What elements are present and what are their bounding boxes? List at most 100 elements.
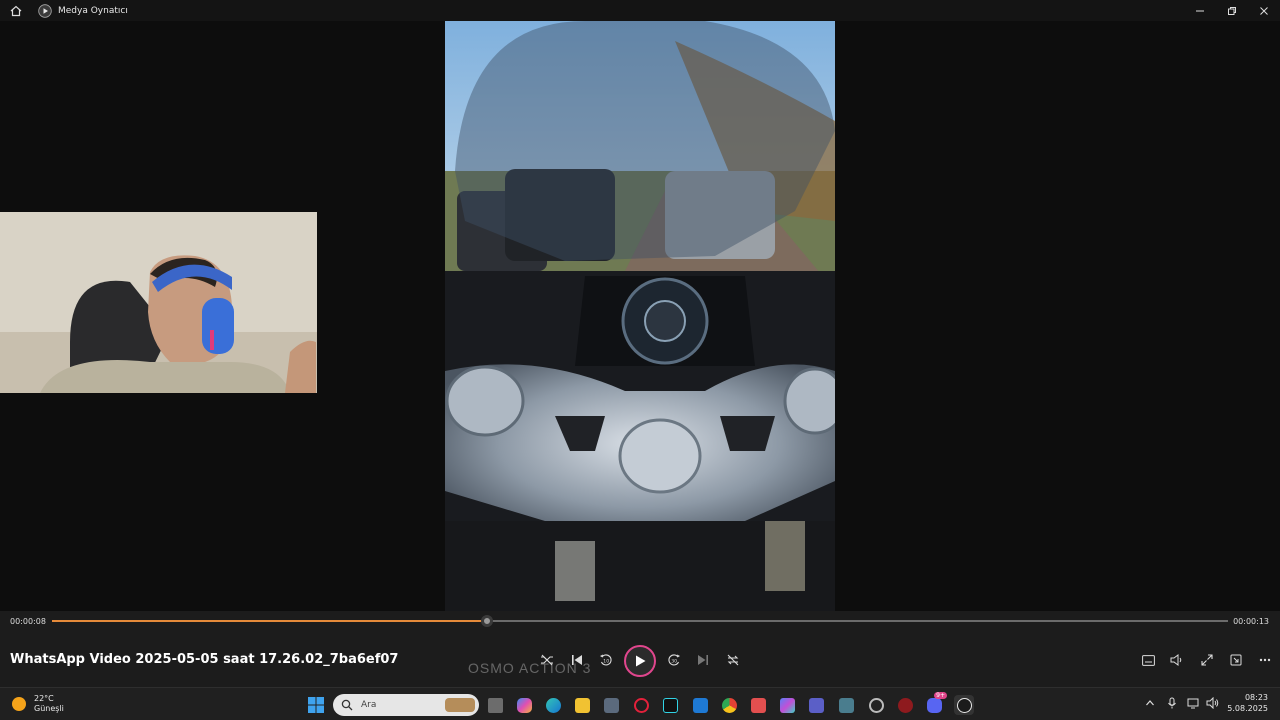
- microphone-icon[interactable]: [1167, 697, 1177, 709]
- mini-player-icon: [1230, 654, 1242, 666]
- minimize-button[interactable]: [1184, 0, 1216, 21]
- edge-icon: [545, 697, 561, 713]
- volume-icon: [1170, 654, 1181, 666]
- clock-time: 08:23: [1244, 693, 1268, 702]
- clock-date: 5.08.2025: [1227, 704, 1268, 713]
- notification-badge: 9+: [934, 692, 947, 699]
- media-player-icon: [956, 697, 972, 713]
- home-icon: [10, 5, 22, 16]
- fullscreen-icon: [1201, 654, 1213, 666]
- next-button[interactable]: [692, 649, 714, 671]
- subtitles-button[interactable]: [1137, 649, 1159, 671]
- store-icon: [603, 697, 619, 713]
- volume-button[interactable]: [1165, 649, 1187, 671]
- m365-button[interactable]: [777, 695, 797, 715]
- clock[interactable]: 08:23 5.08.2025: [1227, 692, 1268, 714]
- chevron-up-icon[interactable]: [1145, 698, 1155, 708]
- network-icon[interactable]: [1187, 697, 1200, 709]
- copilot-icon: [516, 697, 532, 713]
- taskbar: 22°C Güneşli Ara 9+ 08:23 5.08.2025: [0, 687, 1280, 720]
- webcam-overlay: [0, 212, 317, 393]
- close-icon: [1260, 6, 1268, 15]
- discord-button[interactable]: 9+: [924, 692, 947, 715]
- sun-icon: [12, 697, 26, 711]
- shuffle-off-icon: [541, 654, 553, 666]
- tiktok-button[interactable]: [660, 695, 680, 715]
- teams-icon: [808, 697, 824, 713]
- repeat-off-icon: [727, 654, 739, 666]
- outlook-button[interactable]: [690, 695, 710, 715]
- microsoft-365-icon: [779, 697, 795, 713]
- weather-desc: Güneşli: [34, 704, 64, 713]
- clock-app-icon: [868, 697, 884, 713]
- rewind-10-icon: 10: [600, 654, 612, 666]
- app-button-11[interactable]: [836, 695, 856, 715]
- video-stage[interactable]: [0, 21, 1280, 611]
- task-view-icon: [487, 697, 503, 713]
- shuffle-button[interactable]: [536, 649, 558, 671]
- minimize-icon: [1196, 10, 1204, 11]
- outlook-icon: [692, 697, 708, 713]
- seek-bar-progress: [52, 620, 488, 622]
- app-button-12[interactable]: [866, 695, 886, 715]
- red-app-icon: [897, 697, 913, 713]
- search-icon: [341, 699, 353, 711]
- search-placeholder: Ara: [361, 700, 377, 710]
- opera-icon: [633, 697, 649, 713]
- previous-button[interactable]: [566, 649, 588, 671]
- title-bar: Medya Oynatıcı: [0, 0, 1280, 21]
- motorcycle-cockpit-video-image: [445, 21, 835, 611]
- play-button[interactable]: [624, 645, 656, 677]
- video-frame[interactable]: [445, 21, 835, 611]
- rewind-10-button[interactable]: 10: [595, 649, 617, 671]
- media-player-app-icon: [38, 3, 52, 18]
- restore-button[interactable]: [1216, 0, 1248, 21]
- play-icon: [636, 655, 646, 667]
- current-time: 00:00:08: [10, 617, 46, 626]
- system-tray: 08:23 5.08.2025: [1145, 692, 1268, 714]
- playback-controls: 00:00:08 00:00:13 WhatsApp Video 2025-05…: [0, 611, 1280, 687]
- seek-bar[interactable]: [52, 615, 1228, 627]
- skip-previous-icon: [572, 655, 582, 665]
- teams-button[interactable]: [806, 695, 826, 715]
- forward-30-button[interactable]: 30: [663, 649, 685, 671]
- svg-text:30: 30: [671, 659, 677, 665]
- home-button[interactable]: [6, 1, 26, 21]
- folder-icon: [574, 697, 590, 713]
- windows-start-icon[interactable]: [307, 696, 325, 714]
- video-title: WhatsApp Video 2025-05-05 saat 17.26.02_…: [10, 652, 399, 667]
- speaker-icon[interactable]: [1206, 697, 1219, 709]
- close-button[interactable]: [1248, 0, 1280, 21]
- total-time: 00:00:13: [1233, 617, 1269, 626]
- mini-player-button[interactable]: [1225, 649, 1247, 671]
- edge-button[interactable]: [543, 695, 563, 715]
- store-button[interactable]: [601, 695, 621, 715]
- more-options-button[interactable]: [1254, 649, 1276, 671]
- app-button-13[interactable]: [895, 695, 915, 715]
- weather-widget[interactable]: 22°C Güneşli: [12, 694, 64, 714]
- app-title: Medya Oynatıcı: [58, 5, 128, 16]
- media-player-taskbar-button[interactable]: [954, 695, 974, 715]
- chrome-icon: [721, 697, 737, 713]
- tiktok-icon: [662, 697, 678, 713]
- restore-icon: [1228, 6, 1236, 15]
- svg-text:10: 10: [603, 659, 609, 665]
- file-explorer-button[interactable]: [572, 695, 592, 715]
- repeat-button[interactable]: [722, 649, 744, 671]
- search-highlight-icon: [445, 698, 475, 712]
- skip-next-icon: [698, 655, 708, 665]
- more-icon: [1259, 658, 1271, 662]
- webcam-person-image: [0, 212, 317, 393]
- task-view-button[interactable]: [485, 695, 505, 715]
- copilot-button[interactable]: [514, 695, 534, 715]
- snipping-tool-icon: [750, 697, 766, 713]
- forward-30-icon: 30: [668, 654, 680, 666]
- subtitles-icon: [1141, 654, 1155, 666]
- capture-button[interactable]: [748, 695, 768, 715]
- chrome-button[interactable]: [719, 695, 739, 715]
- window-app-icon: [838, 697, 854, 713]
- fullscreen-button[interactable]: [1196, 649, 1218, 671]
- taskbar-search[interactable]: Ara: [333, 694, 479, 716]
- opera-gx-button[interactable]: [631, 695, 651, 715]
- seek-thumb[interactable]: [481, 615, 494, 627]
